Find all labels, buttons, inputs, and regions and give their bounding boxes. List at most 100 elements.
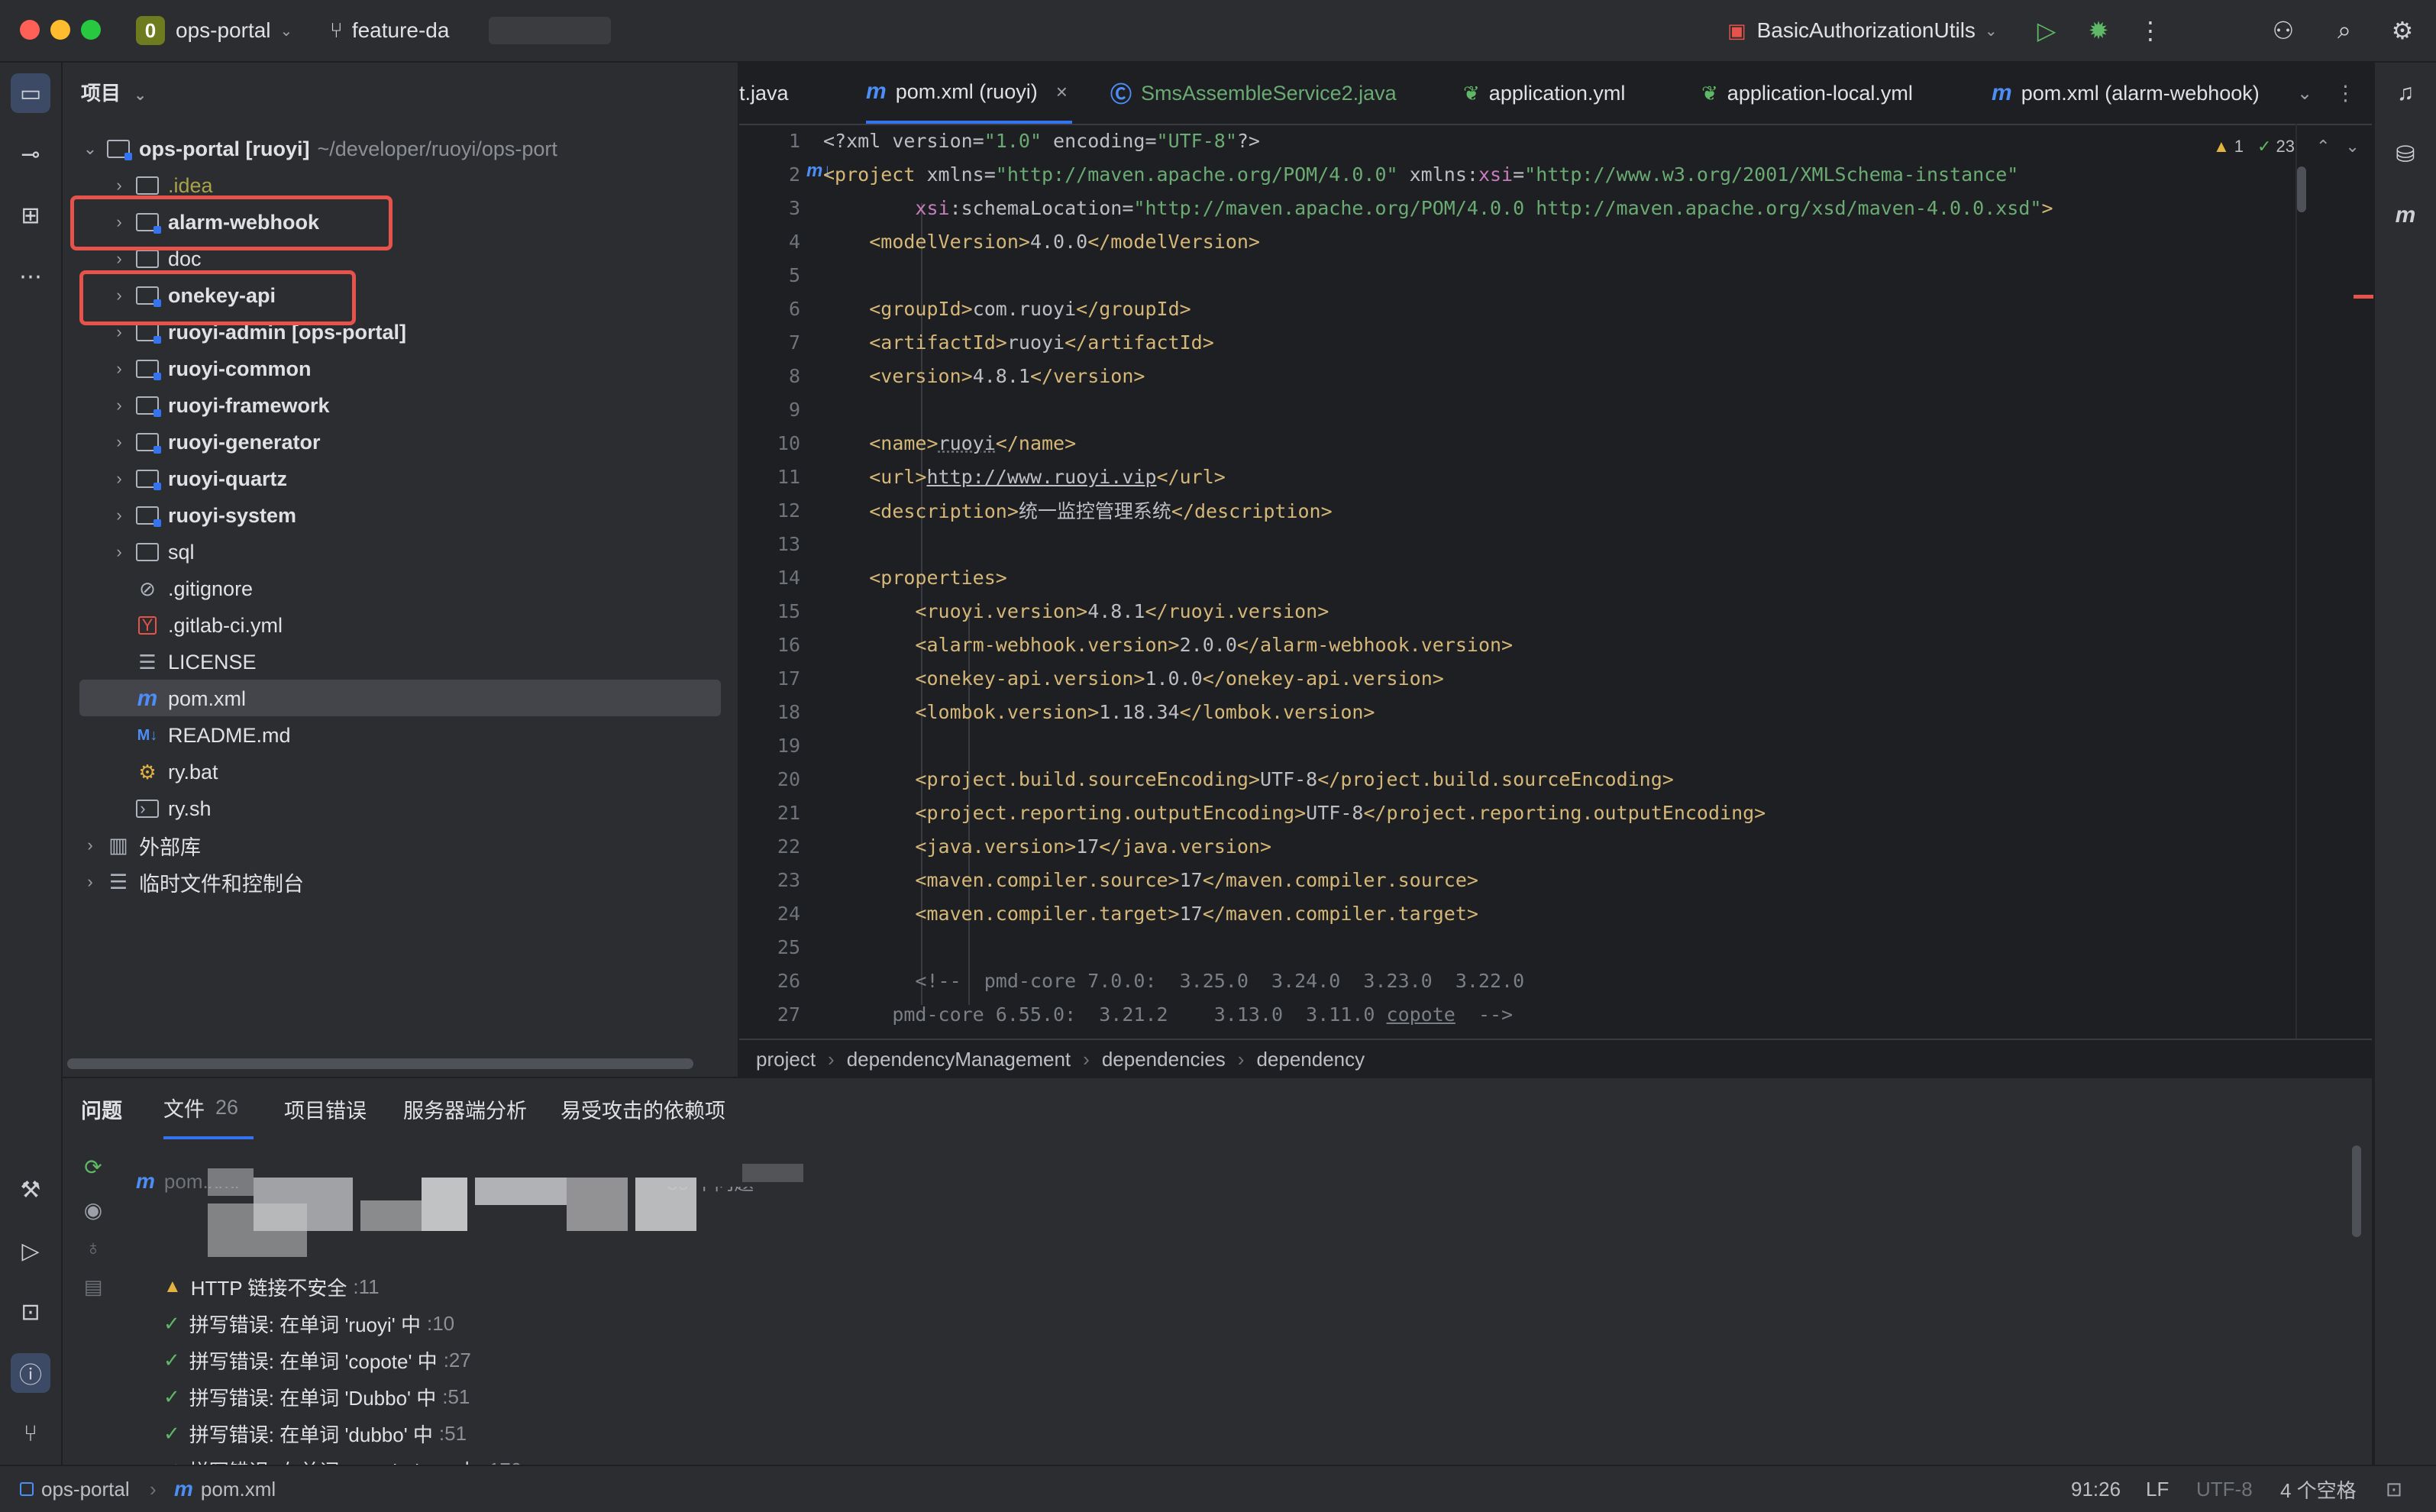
code-line: 22 <java.version>17</java.version> [777, 835, 1272, 858]
tree-item-ruoyi-system[interactable]: › ruoyi-system [108, 498, 296, 533]
tree-item-ry-bat[interactable]: ⚙ ry.bat [108, 754, 218, 790]
problem-row[interactable]: ✓ 拼写错误: 在单词 'copote' 中:27 [163, 1342, 471, 1378]
eye-icon[interactable]: ◉ [73, 1197, 113, 1228]
code-line: 26 <!-- pmd-core 7.0.0: 3.25.0 3.24.0 3.… [777, 969, 1525, 992]
tree-item-ruoyi-generator[interactable]: › ruoyi-generator [108, 425, 321, 460]
horizontal-scrollbar[interactable] [67, 1058, 693, 1069]
tab-server-analysis[interactable]: 服务器端分析 [403, 1078, 527, 1139]
minimize-window-button[interactable] [50, 20, 70, 40]
run-icon[interactable]: ▷ [2030, 14, 2063, 47]
code-line: 3 xsi:schemaLocation="http://maven.apach… [788, 196, 2053, 219]
problem-row[interactable]: ✓ 拼写错误: 在单词 'Dubbo' 中:51 [163, 1379, 470, 1414]
project-selector[interactable]: 0 ops-portal ⌄ [136, 0, 292, 61]
chevron-right-icon[interactable]: › [108, 469, 130, 489]
run-config-selector[interactable]: ▣ BasicAuthorizationUtils ⌄ [1727, 0, 1998, 61]
chevron-down-icon[interactable]: ⌄ [79, 139, 101, 159]
problem-row[interactable]: ▲ HTTP 链接不安全:11 [163, 1269, 380, 1304]
auto-refresh-icon[interactable]: ⟳ [73, 1155, 113, 1185]
terminal-icon[interactable]: ⊡ [11, 1292, 50, 1332]
problem-text: 拼写错误: 在单词 'Dubbo' 中 [189, 1386, 437, 1410]
branch-selector[interactable]: ⑂ feature-da [330, 0, 449, 61]
tab-application-local-yml[interactable]: ❦ application-local.yml [1701, 63, 1913, 124]
tree-external-libs[interactable]: › ▥ 外部库 [79, 828, 201, 863]
breadcrumb-item[interactable]: dependencyManagement [847, 1048, 1071, 1071]
status-cursor-position[interactable]: 91:26 [2071, 1466, 2121, 1512]
search-icon[interactable]: ⌕ [2328, 14, 2361, 47]
tree-scratches[interactable]: › ☰ 临时文件和控制台 [79, 864, 304, 900]
chevron-right-icon[interactable]: › [108, 432, 130, 452]
status-line-separator[interactable]: LF [2146, 1466, 2169, 1512]
chevron-right-icon[interactable]: › [108, 176, 130, 195]
tab-sms-assemble-service2[interactable]: Ⓒ SmsAssembleService2.java [1110, 63, 1397, 124]
details-icon[interactable]: ▤ [73, 1275, 113, 1306]
more-icon[interactable]: ⋮ [2134, 14, 2167, 47]
tab-t-java[interactable]: t.java [739, 63, 789, 124]
run-tool-icon[interactable]: ▷ [11, 1231, 50, 1271]
project-panel-header[interactable]: 项目 ⌄ [81, 78, 147, 106]
yml-file-icon: Y [134, 614, 160, 637]
run-config-icon: ▣ [1727, 18, 1746, 42]
tab-problems[interactable]: 问题 [81, 1078, 122, 1139]
warning-icon: ▲ [163, 1276, 182, 1297]
tab-vulnerable-deps[interactable]: 易受攻击的依赖项 [561, 1078, 725, 1139]
build-hammer-icon[interactable]: ⚒ [11, 1170, 50, 1210]
settings-gear-icon[interactable]: ⚙ [2386, 14, 2419, 47]
add-user-icon[interactable]: ⚇ [2266, 14, 2300, 47]
breadcrumb-item[interactable]: project [756, 1048, 816, 1071]
status-project[interactable]: ops-portal [20, 1466, 130, 1512]
database-icon[interactable]: ⛁ [2386, 134, 2425, 174]
lock-icon[interactable]: ⊡ [2386, 1466, 2402, 1512]
code-line: 11 <url>http://www.ruoyi.vip</url> [777, 465, 1226, 488]
chevron-right-icon[interactable]: › [108, 542, 130, 562]
zoom-window-button[interactable] [81, 20, 101, 40]
chevron-right-icon[interactable]: › [108, 396, 130, 415]
lightbulb-icon[interactable]: ♁ [73, 1236, 113, 1266]
code-line: 5 [788, 263, 800, 286]
problems-scrollbar[interactable] [2352, 1145, 2361, 1237]
maven-icon[interactable]: m [2386, 195, 2425, 235]
chevron-right-icon[interactable]: › [108, 506, 130, 525]
close-window-button[interactable] [20, 20, 40, 40]
close-icon[interactable]: × [1056, 80, 1068, 104]
status-encoding[interactable]: UTF-8 [2196, 1466, 2253, 1512]
chevron-right-icon[interactable]: › [108, 249, 130, 269]
tree-item-ruoyi-common[interactable]: › ruoyi-common [108, 351, 312, 386]
git-icon[interactable]: ⑂ [11, 1414, 50, 1454]
tree-item-readme-md[interactable]: M↓ README.md [108, 718, 291, 753]
project-folder-icon[interactable]: ▭ [11, 73, 50, 113]
breadcrumb-item[interactable]: dependency [1256, 1048, 1365, 1071]
tree-item-ry-sh[interactable]: ›_ ry.sh [108, 791, 212, 826]
tree-item-label: ruoyi-framework [168, 393, 330, 417]
structure-icon[interactable]: ⊞ [11, 195, 50, 235]
chevron-right-icon[interactable]: › [108, 359, 130, 379]
debug-icon[interactable]: ✹ [2082, 14, 2115, 47]
tree-item-license[interactable]: ☰ LICENSE [108, 645, 256, 680]
module-folder-icon [105, 137, 132, 160]
problems-icon[interactable]: ⓘ [11, 1353, 50, 1393]
status-indent[interactable]: 4 个空格 [2280, 1466, 2357, 1512]
tab-more-icon[interactable]: ⋮ [2335, 63, 2356, 124]
tab-application-yml[interactable]: ❦ application.yml [1463, 63, 1625, 124]
tab-list-chevron-icon[interactable]: ⌄ [2297, 63, 2312, 124]
problem-row[interactable]: ✓ 拼写错误: 在单词 'ruoyi' 中:10 [163, 1306, 454, 1341]
tab-pom-ruoyi[interactable]: m pom.xml (ruoyi) × [866, 63, 1072, 124]
tree-item-pom-xml[interactable]: m pom.xml [108, 681, 246, 716]
chevron-right-icon[interactable]: › [79, 835, 101, 855]
breadcrumb-item[interactable]: dependencies [1102, 1048, 1226, 1071]
code-line: 20 <project.build.sourceEncoding>UTF-8</… [777, 767, 1674, 790]
status-file[interactable]: m pom.xml [174, 1466, 276, 1512]
tab-project-errors[interactable]: 项目错误 [284, 1078, 367, 1139]
tree-root[interactable]: ⌄ ops-portal [ruoyi] ~/developer/ruoyi/o… [79, 131, 557, 166]
tree-item-gitignore[interactable]: ⊘ .gitignore [108, 571, 253, 606]
tab-file[interactable]: 文件 26 [163, 1078, 254, 1139]
problem-row[interactable]: ✓ 拼写错误: 在单词 'dubbo' 中:51 [163, 1416, 467, 1451]
more-tools-icon[interactable]: ⋯ [11, 257, 50, 296]
tab-pom-alarm-webhook[interactable]: m pom.xml (alarm-webhook) [1992, 63, 2260, 124]
notifications-bell-icon[interactable]: ♫ [2386, 73, 2425, 113]
tree-item-sql[interactable]: › sql [108, 535, 194, 570]
commit-icon[interactable]: ⊸ [11, 134, 50, 174]
tree-item-ruoyi-framework[interactable]: › ruoyi-framework [108, 388, 330, 423]
tree-item-ruoyi-quartz[interactable]: › ruoyi-quartz [108, 461, 287, 496]
tree-item-gitlab-ci-yml[interactable]: Y .gitlab-ci.yml [108, 608, 283, 643]
chevron-right-icon[interactable]: › [79, 872, 101, 892]
